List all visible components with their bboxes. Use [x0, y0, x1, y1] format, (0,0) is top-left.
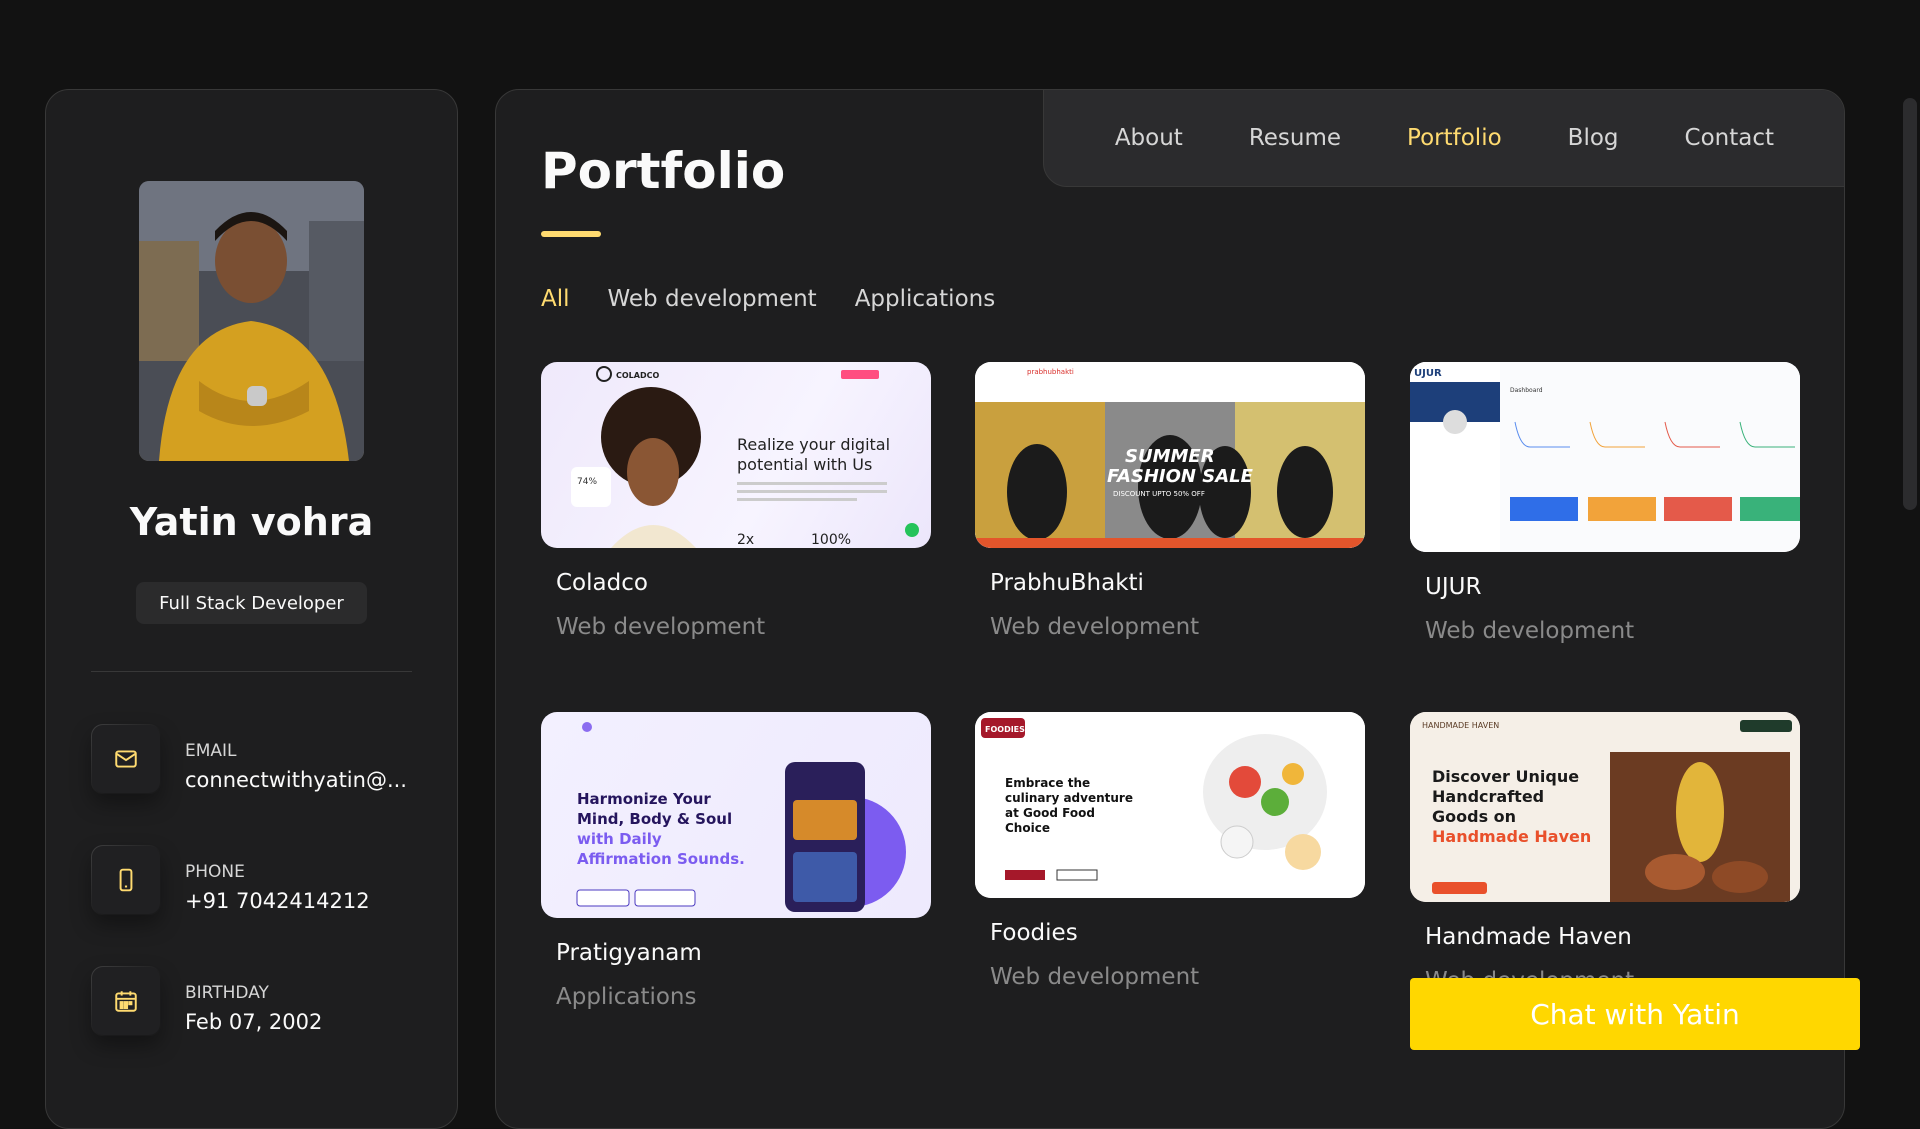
thumb-headline: SUMMER — [1125, 446, 1215, 467]
contact-birthday: Birthday Feb 07, 2002 — [91, 966, 421, 1038]
thumb-headline: with Daily — [577, 830, 662, 848]
thumb-headline: Affirmation Sounds. — [577, 850, 745, 868]
phone-link[interactable]: +91 7042414212 — [185, 889, 370, 913]
thumb-headline: Mind, Body & Soul — [577, 810, 732, 828]
nav-resume[interactable]: Resume — [1249, 125, 1341, 151]
project-card-prabhubhakti[interactable]: prabhubhakti SUMMER FASHION SALE DISCOUN… — [975, 362, 1365, 640]
mail-icon — [91, 724, 161, 794]
thumb-brand: prabhubhakti — [1027, 368, 1074, 376]
thumb-brand: FOODIES — [985, 725, 1025, 734]
profile-sidebar: Yatin vohra Full Stack Developer Email c… — [45, 89, 458, 1129]
thumb-brand: HANDMADE HAVEN — [1422, 721, 1499, 730]
calendar-icon — [91, 966, 161, 1036]
thumb-headline: at Good Food — [1005, 806, 1095, 820]
title-underline — [541, 231, 601, 237]
contact-label: Birthday — [185, 983, 269, 1003]
project-title: Foodies — [990, 920, 1078, 946]
project-card-ujur[interactable]: UJUR Dashboard UJUR Web development — [1410, 362, 1800, 644]
project-card-coladco[interactable]: COLADCO 74% Realize your digital potenti… — [541, 362, 931, 640]
filter-all[interactable]: All — [541, 286, 570, 312]
project-thumbnail[interactable]: Harmonize Your Mind, Body & Soul with Da… — [541, 712, 931, 918]
project-category: Applications — [556, 984, 697, 1010]
project-thumbnail[interactable]: FOODIES Embrace the culinary adventure a… — [975, 712, 1365, 898]
project-category: Web development — [990, 614, 1200, 640]
filter-web-development[interactable]: Web development — [608, 286, 817, 312]
filter-list: All Web development Applications — [541, 286, 995, 312]
thumb-headline: Handmade Haven — [1432, 827, 1591, 846]
thumb-headline: Discover Unique — [1432, 767, 1579, 786]
nav-about[interactable]: About — [1115, 125, 1183, 151]
thumb-headline: culinary adventure — [1005, 791, 1133, 805]
phone-icon — [91, 845, 161, 915]
contact-email: Email connectwithyatin@... — [91, 724, 421, 796]
sidebar-separator — [91, 671, 412, 672]
thumb-headline: potential with Us — [737, 455, 872, 474]
nav-contact[interactable]: Contact — [1685, 125, 1774, 151]
project-title: Pratigyanam — [556, 940, 702, 966]
project-card-foodies[interactable]: FOODIES Embrace the culinary adventure a… — [975, 712, 1365, 990]
nav-blog[interactable]: Blog — [1568, 125, 1619, 151]
email-link[interactable]: connectwithyatin@... — [185, 768, 407, 792]
thumb-heading: Dashboard — [1510, 387, 1543, 394]
thumb-headline: Goods on — [1432, 807, 1516, 826]
project-card-handmade-haven[interactable]: HANDMADE HAVEN Discover Unique Handcraft… — [1410, 712, 1800, 994]
project-title: Handmade Haven — [1425, 924, 1632, 950]
thumb-headline: Harmonize Your — [577, 790, 711, 808]
thumb-subline: DISCOUNT UPTO 50% OFF — [1113, 490, 1205, 498]
page-scrollbar[interactable] — [1900, 0, 1920, 1080]
project-thumbnail[interactable]: COLADCO 74% Realize your digital potenti… — [541, 362, 931, 548]
thumb-headline: Embrace the — [1005, 776, 1090, 790]
project-card-pratigyanam[interactable]: Harmonize Your Mind, Body & Soul with Da… — [541, 712, 931, 1010]
thumb-brand: COLADCO — [616, 371, 659, 380]
birthday-value: Feb 07, 2002 — [185, 1010, 323, 1034]
filter-applications[interactable]: Applications — [855, 286, 996, 312]
thumb-headline: Choice — [1005, 821, 1050, 835]
profile-name: Yatin vohra — [129, 500, 374, 544]
project-thumbnail[interactable]: UJUR Dashboard — [1410, 362, 1800, 552]
thumb-headline: Realize your digital — [737, 435, 890, 454]
project-title: UJUR — [1425, 574, 1482, 600]
scrollbar-thumb[interactable] — [1903, 98, 1917, 510]
project-category: Web development — [1425, 618, 1635, 644]
project-category: Web development — [990, 964, 1200, 990]
thumb-headline: Handcrafted — [1432, 787, 1544, 806]
contact-phone: Phone +91 7042414212 — [91, 845, 421, 917]
nav-portfolio[interactable]: Portfolio — [1407, 125, 1502, 151]
thumb-brand: UJUR — [1414, 368, 1442, 379]
contact-label: Phone — [185, 862, 245, 882]
avatar — [139, 181, 364, 461]
thumb-stat: 2x — [737, 532, 754, 548]
project-title: Coladco — [556, 570, 648, 596]
thumb-stat: 74% — [577, 477, 597, 487]
chat-with-yatin-button[interactable]: Chat with Yatin — [1410, 978, 1860, 1050]
project-thumbnail[interactable]: prabhubhakti SUMMER FASHION SALE DISCOUN… — [975, 362, 1365, 548]
portfolio-panel: About Resume Portfolio Blog Contact Port… — [495, 89, 1845, 1129]
thumb-headline: FASHION SALE — [1107, 466, 1254, 487]
main-navbar: About Resume Portfolio Blog Contact — [1043, 90, 1844, 187]
project-category: Web development — [556, 614, 766, 640]
project-title: PrabhuBhakti — [990, 570, 1144, 596]
project-thumbnail[interactable]: HANDMADE HAVEN Discover Unique Handcraft… — [1410, 712, 1800, 902]
page-title: Portfolio — [541, 142, 786, 200]
thumb-stat: 100% — [811, 532, 851, 548]
role-badge: Full Stack Developer — [136, 582, 367, 624]
contact-label: Email — [185, 741, 237, 761]
